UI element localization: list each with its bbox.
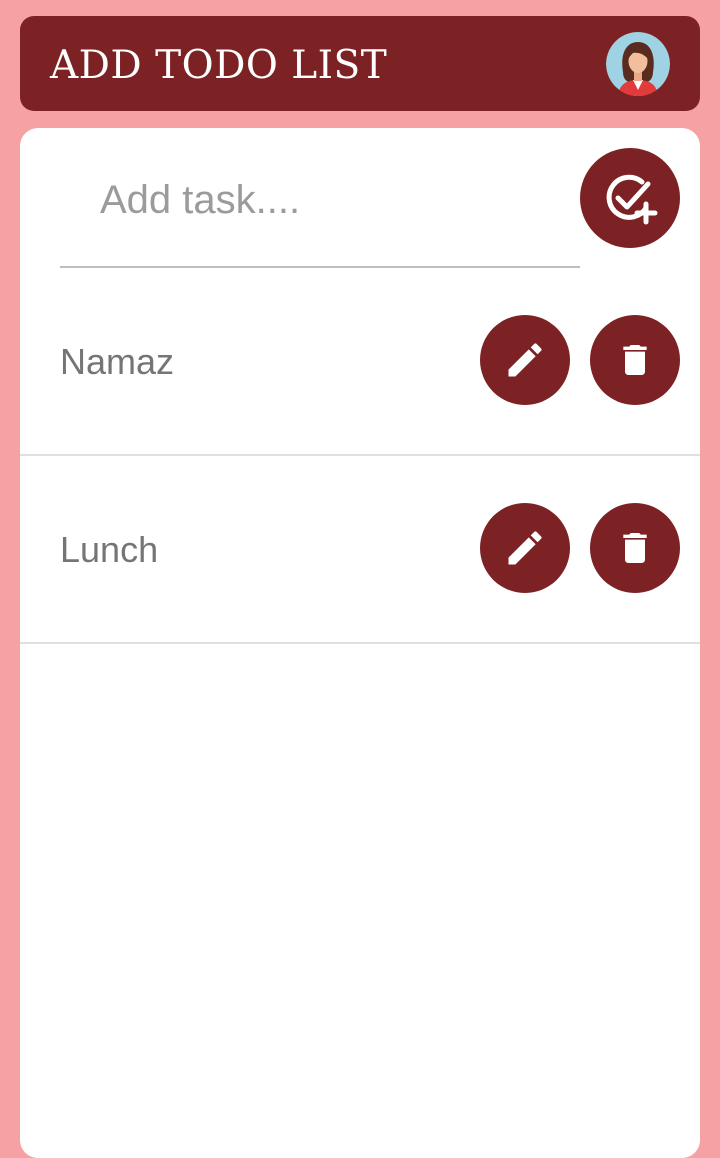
woman-avatar-icon — [606, 32, 670, 96]
trash-icon — [623, 533, 647, 563]
trash-icon — [623, 345, 647, 375]
edit-task-button[interactable] — [480, 315, 570, 405]
avatar[interactable] — [606, 32, 670, 96]
delete-task-button[interactable] — [590, 503, 680, 593]
task-label: Lunch — [60, 529, 159, 570]
task-row: Namaz — [20, 268, 700, 456]
task-input-wrapper — [60, 150, 580, 268]
task-input[interactable] — [60, 160, 580, 240]
task-row: Lunch — [20, 456, 700, 644]
pencil-icon — [508, 531, 542, 565]
page-title: ADD TODO LIST — [50, 43, 388, 88]
check-circle-plus-icon — [606, 174, 658, 225]
edit-task-button[interactable] — [480, 503, 570, 593]
add-task-button[interactable] — [580, 148, 680, 248]
todo-card: Namaz Lunch — [20, 128, 700, 1158]
pencil-icon — [508, 343, 542, 377]
app-header: ADD TODO LIST — [20, 16, 700, 111]
delete-task-button[interactable] — [590, 315, 680, 405]
task-label: Namaz — [60, 341, 175, 382]
